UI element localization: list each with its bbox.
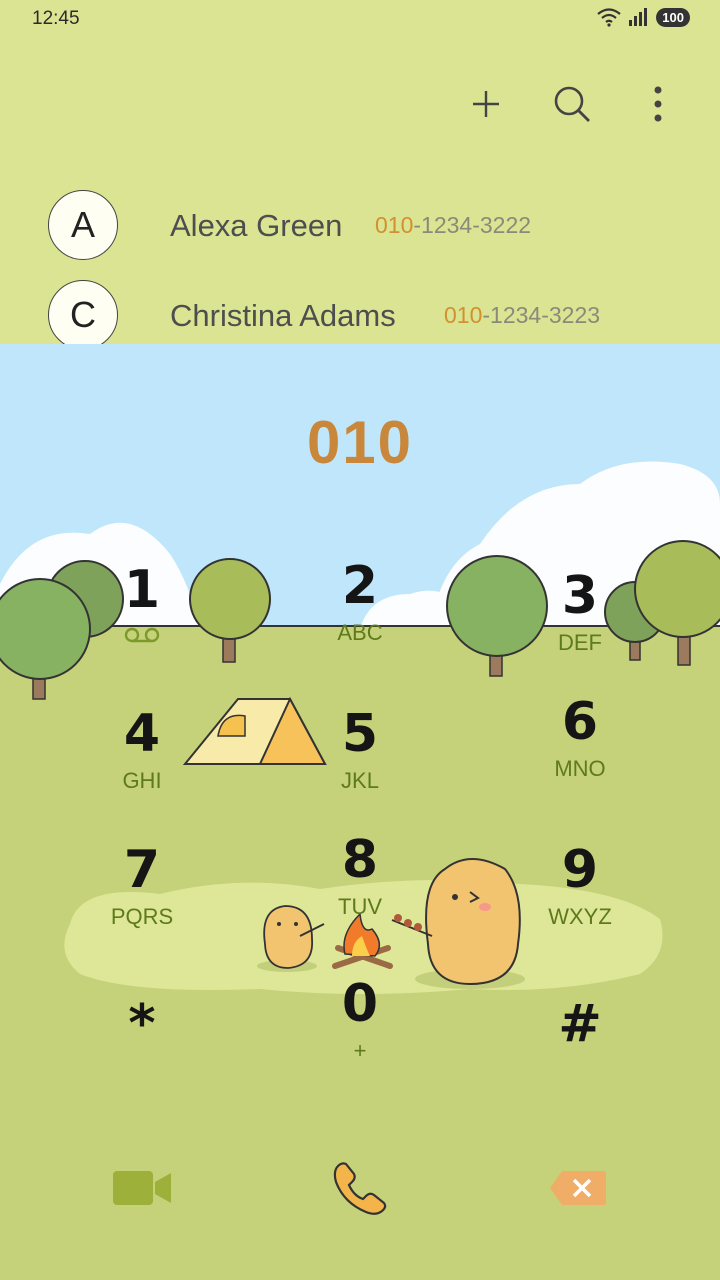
more-vert-icon bbox=[654, 86, 662, 122]
dial-key-8[interactable]: 8 TUV bbox=[280, 830, 440, 940]
key-letters: GHI bbox=[122, 768, 162, 793]
dial-key-hash[interactable]: # bbox=[500, 994, 660, 1104]
key-digit: 9 bbox=[561, 840, 599, 900]
key-digit: 4 bbox=[123, 704, 161, 764]
dial-key-1[interactable]: 1 bbox=[62, 560, 222, 670]
video-call-button[interactable] bbox=[102, 1150, 182, 1226]
avatar: C bbox=[48, 280, 118, 350]
contact-name: Christina Adams bbox=[170, 298, 396, 333]
key-digit: 0 bbox=[341, 974, 379, 1034]
number-rest: -1234-3223 bbox=[482, 302, 601, 328]
wifi-icon bbox=[597, 8, 621, 27]
number-match: 010 bbox=[444, 302, 483, 328]
dial-key-4[interactable]: 4 GHI bbox=[62, 704, 222, 814]
voicemail-icon bbox=[62, 622, 222, 652]
key-digit: 2 bbox=[341, 556, 379, 616]
key-digit: 6 bbox=[561, 692, 599, 752]
plus-icon bbox=[473, 91, 499, 117]
contact-row[interactable]: C Christina Adams 010-1234-3223 bbox=[48, 280, 698, 352]
status-bar: 12:45 100 bbox=[0, 4, 720, 32]
more-options-button[interactable] bbox=[638, 84, 678, 124]
number-rest: -1234-3222 bbox=[413, 212, 532, 238]
signal-icon bbox=[629, 8, 648, 26]
backspace-icon bbox=[550, 1171, 606, 1205]
status-time: 12:45 bbox=[32, 8, 80, 29]
contact-number: 010-1234-3223 bbox=[444, 302, 600, 329]
key-letters: DEF bbox=[558, 630, 602, 655]
search-results-panel: 12:45 100 A Alexa Green 010-1234-3222 C … bbox=[0, 0, 720, 350]
key-digit: * bbox=[128, 994, 156, 1054]
contact-name: Alexa Green bbox=[170, 208, 343, 243]
search-icon bbox=[554, 86, 590, 122]
key-digit: 1 bbox=[123, 560, 161, 620]
dial-key-3[interactable]: 3 DEF bbox=[500, 566, 660, 676]
key-digit: # bbox=[558, 994, 602, 1054]
key-letters: WXYZ bbox=[548, 904, 612, 929]
key-letters: + bbox=[353, 1038, 367, 1063]
dial-key-2[interactable]: 2 ABC bbox=[280, 556, 440, 666]
add-contact-button[interactable] bbox=[466, 84, 506, 124]
backspace-button[interactable] bbox=[538, 1150, 618, 1226]
key-letters: MNO bbox=[554, 756, 606, 781]
avatar: A bbox=[48, 190, 118, 260]
dial-key-star[interactable]: * bbox=[62, 994, 222, 1104]
dial-key-9[interactable]: 9 WXYZ bbox=[500, 840, 660, 950]
contact-row[interactable]: A Alexa Green 010-1234-3222 bbox=[48, 190, 698, 262]
key-letters: JKL bbox=[341, 768, 379, 793]
key-letters: PQRS bbox=[110, 904, 174, 929]
dial-key-6[interactable]: 6 MNO bbox=[500, 692, 660, 802]
contact-number: 010-1234-3222 bbox=[375, 212, 531, 239]
dial-input-display: 010 bbox=[306, 409, 414, 476]
phone-icon bbox=[333, 1162, 387, 1215]
key-letters: TUV bbox=[338, 894, 382, 919]
video-camera-icon bbox=[113, 1171, 171, 1205]
key-letters: ABC bbox=[337, 620, 383, 645]
dial-key-5[interactable]: 5 JKL bbox=[280, 704, 440, 814]
search-button[interactable] bbox=[552, 84, 592, 124]
battery-indicator: 100 bbox=[656, 7, 690, 27]
dial-key-7[interactable]: 7 PQRS bbox=[62, 840, 222, 950]
key-digit: 7 bbox=[123, 840, 161, 900]
key-digit: 5 bbox=[341, 704, 379, 764]
dial-key-0[interactable]: 0 + bbox=[280, 974, 440, 1084]
number-match: 010 bbox=[375, 212, 414, 238]
call-button[interactable] bbox=[320, 1150, 400, 1226]
dialer-action-bar bbox=[0, 1150, 720, 1230]
key-digit: 3 bbox=[561, 566, 599, 626]
key-digit: 8 bbox=[341, 830, 379, 890]
